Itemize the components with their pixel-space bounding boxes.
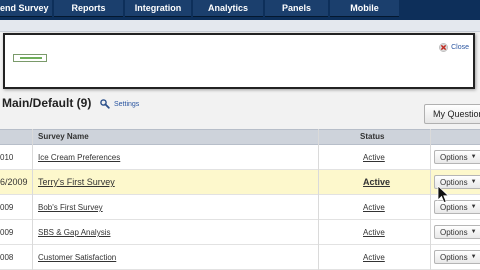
folder-title: Main/Default (9) xyxy=(2,96,92,110)
close-button[interactable]: Close xyxy=(439,43,469,52)
row-date: 008 xyxy=(0,253,14,262)
chevron-down-icon: ▼ xyxy=(470,154,477,160)
top-navigation: end Survey Reports Integration Analytics… xyxy=(0,0,480,20)
tab-send-survey[interactable]: end Survey xyxy=(0,0,52,17)
chevron-down-icon: ▼ xyxy=(470,229,477,235)
column-header-survey-name[interactable]: Survey Name xyxy=(38,132,89,141)
tab-mobile[interactable]: Mobile xyxy=(330,0,399,17)
status-link[interactable]: Active xyxy=(363,253,385,262)
table-row: 008 Customer Satisfaction Active Options… xyxy=(0,245,480,270)
close-x-icon xyxy=(439,43,448,52)
column-divider xyxy=(32,129,33,270)
gear-icon xyxy=(100,99,110,109)
status-indicator-fill xyxy=(20,57,42,59)
chevron-down-icon: ▼ xyxy=(470,179,477,185)
options-label[interactable]: Options xyxy=(440,153,468,162)
row-date: 009 xyxy=(0,203,14,212)
sub-navigation-bar xyxy=(0,20,480,32)
nav-filler xyxy=(401,0,480,20)
tab-analytics[interactable]: Analytics xyxy=(193,0,263,17)
row-date: 010 xyxy=(0,153,14,162)
status-link[interactable]: Active xyxy=(363,153,385,162)
status-indicator xyxy=(13,54,47,62)
table-header: Survey Name Status xyxy=(0,129,480,145)
survey-name-link[interactable]: Ice Cream Preferences xyxy=(38,153,120,162)
options-dropdown[interactable]: Options ▼ xyxy=(434,250,480,264)
tab-panels[interactable]: Panels xyxy=(265,0,328,17)
tab-integration[interactable]: Integration xyxy=(125,0,191,17)
my-questions-button[interactable]: My Questions xyxy=(424,104,480,124)
settings-label[interactable]: Settings xyxy=(114,101,139,108)
status-link[interactable]: Active xyxy=(363,177,390,187)
table-row: 009 SBS & Gap Analysis Active Options ▼ xyxy=(0,220,480,245)
row-date: 6/2009 xyxy=(0,177,28,187)
chevron-down-icon: ▼ xyxy=(470,254,477,260)
table-row-highlighted: 6/2009 Terry's First Survey Active Optio… xyxy=(0,170,480,195)
tab-reports[interactable]: Reports xyxy=(54,0,123,17)
survey-name-link[interactable]: Customer Satisfaction xyxy=(38,253,116,262)
status-link[interactable]: Active xyxy=(363,228,385,237)
options-dropdown[interactable]: Options ▼ xyxy=(434,225,480,239)
column-header-status[interactable]: Status xyxy=(360,132,384,141)
table-row: 009 Bob's First Survey Active Options ▼ xyxy=(0,195,480,220)
column-divider xyxy=(318,129,319,270)
survey-name-link[interactable]: Terry's First Survey xyxy=(38,177,115,187)
column-divider xyxy=(430,129,431,270)
status-link[interactable]: Active xyxy=(363,203,385,212)
settings-link[interactable]: Settings xyxy=(100,99,139,109)
survey-name-link[interactable]: Bob's First Survey xyxy=(38,203,103,212)
options-label[interactable]: Options xyxy=(440,253,468,262)
options-label[interactable]: Options xyxy=(440,228,468,237)
table-row: 010 Ice Cream Preferences Active Options… xyxy=(0,145,480,170)
mouse-cursor-icon xyxy=(437,185,450,204)
chevron-down-icon: ▼ xyxy=(470,204,477,210)
close-label[interactable]: Close xyxy=(451,44,469,51)
row-date: 009 xyxy=(0,228,14,237)
notification-dialog: Close xyxy=(3,33,475,89)
options-dropdown[interactable]: Options ▼ xyxy=(434,150,480,164)
survey-name-link[interactable]: SBS & Gap Analysis xyxy=(38,228,110,237)
